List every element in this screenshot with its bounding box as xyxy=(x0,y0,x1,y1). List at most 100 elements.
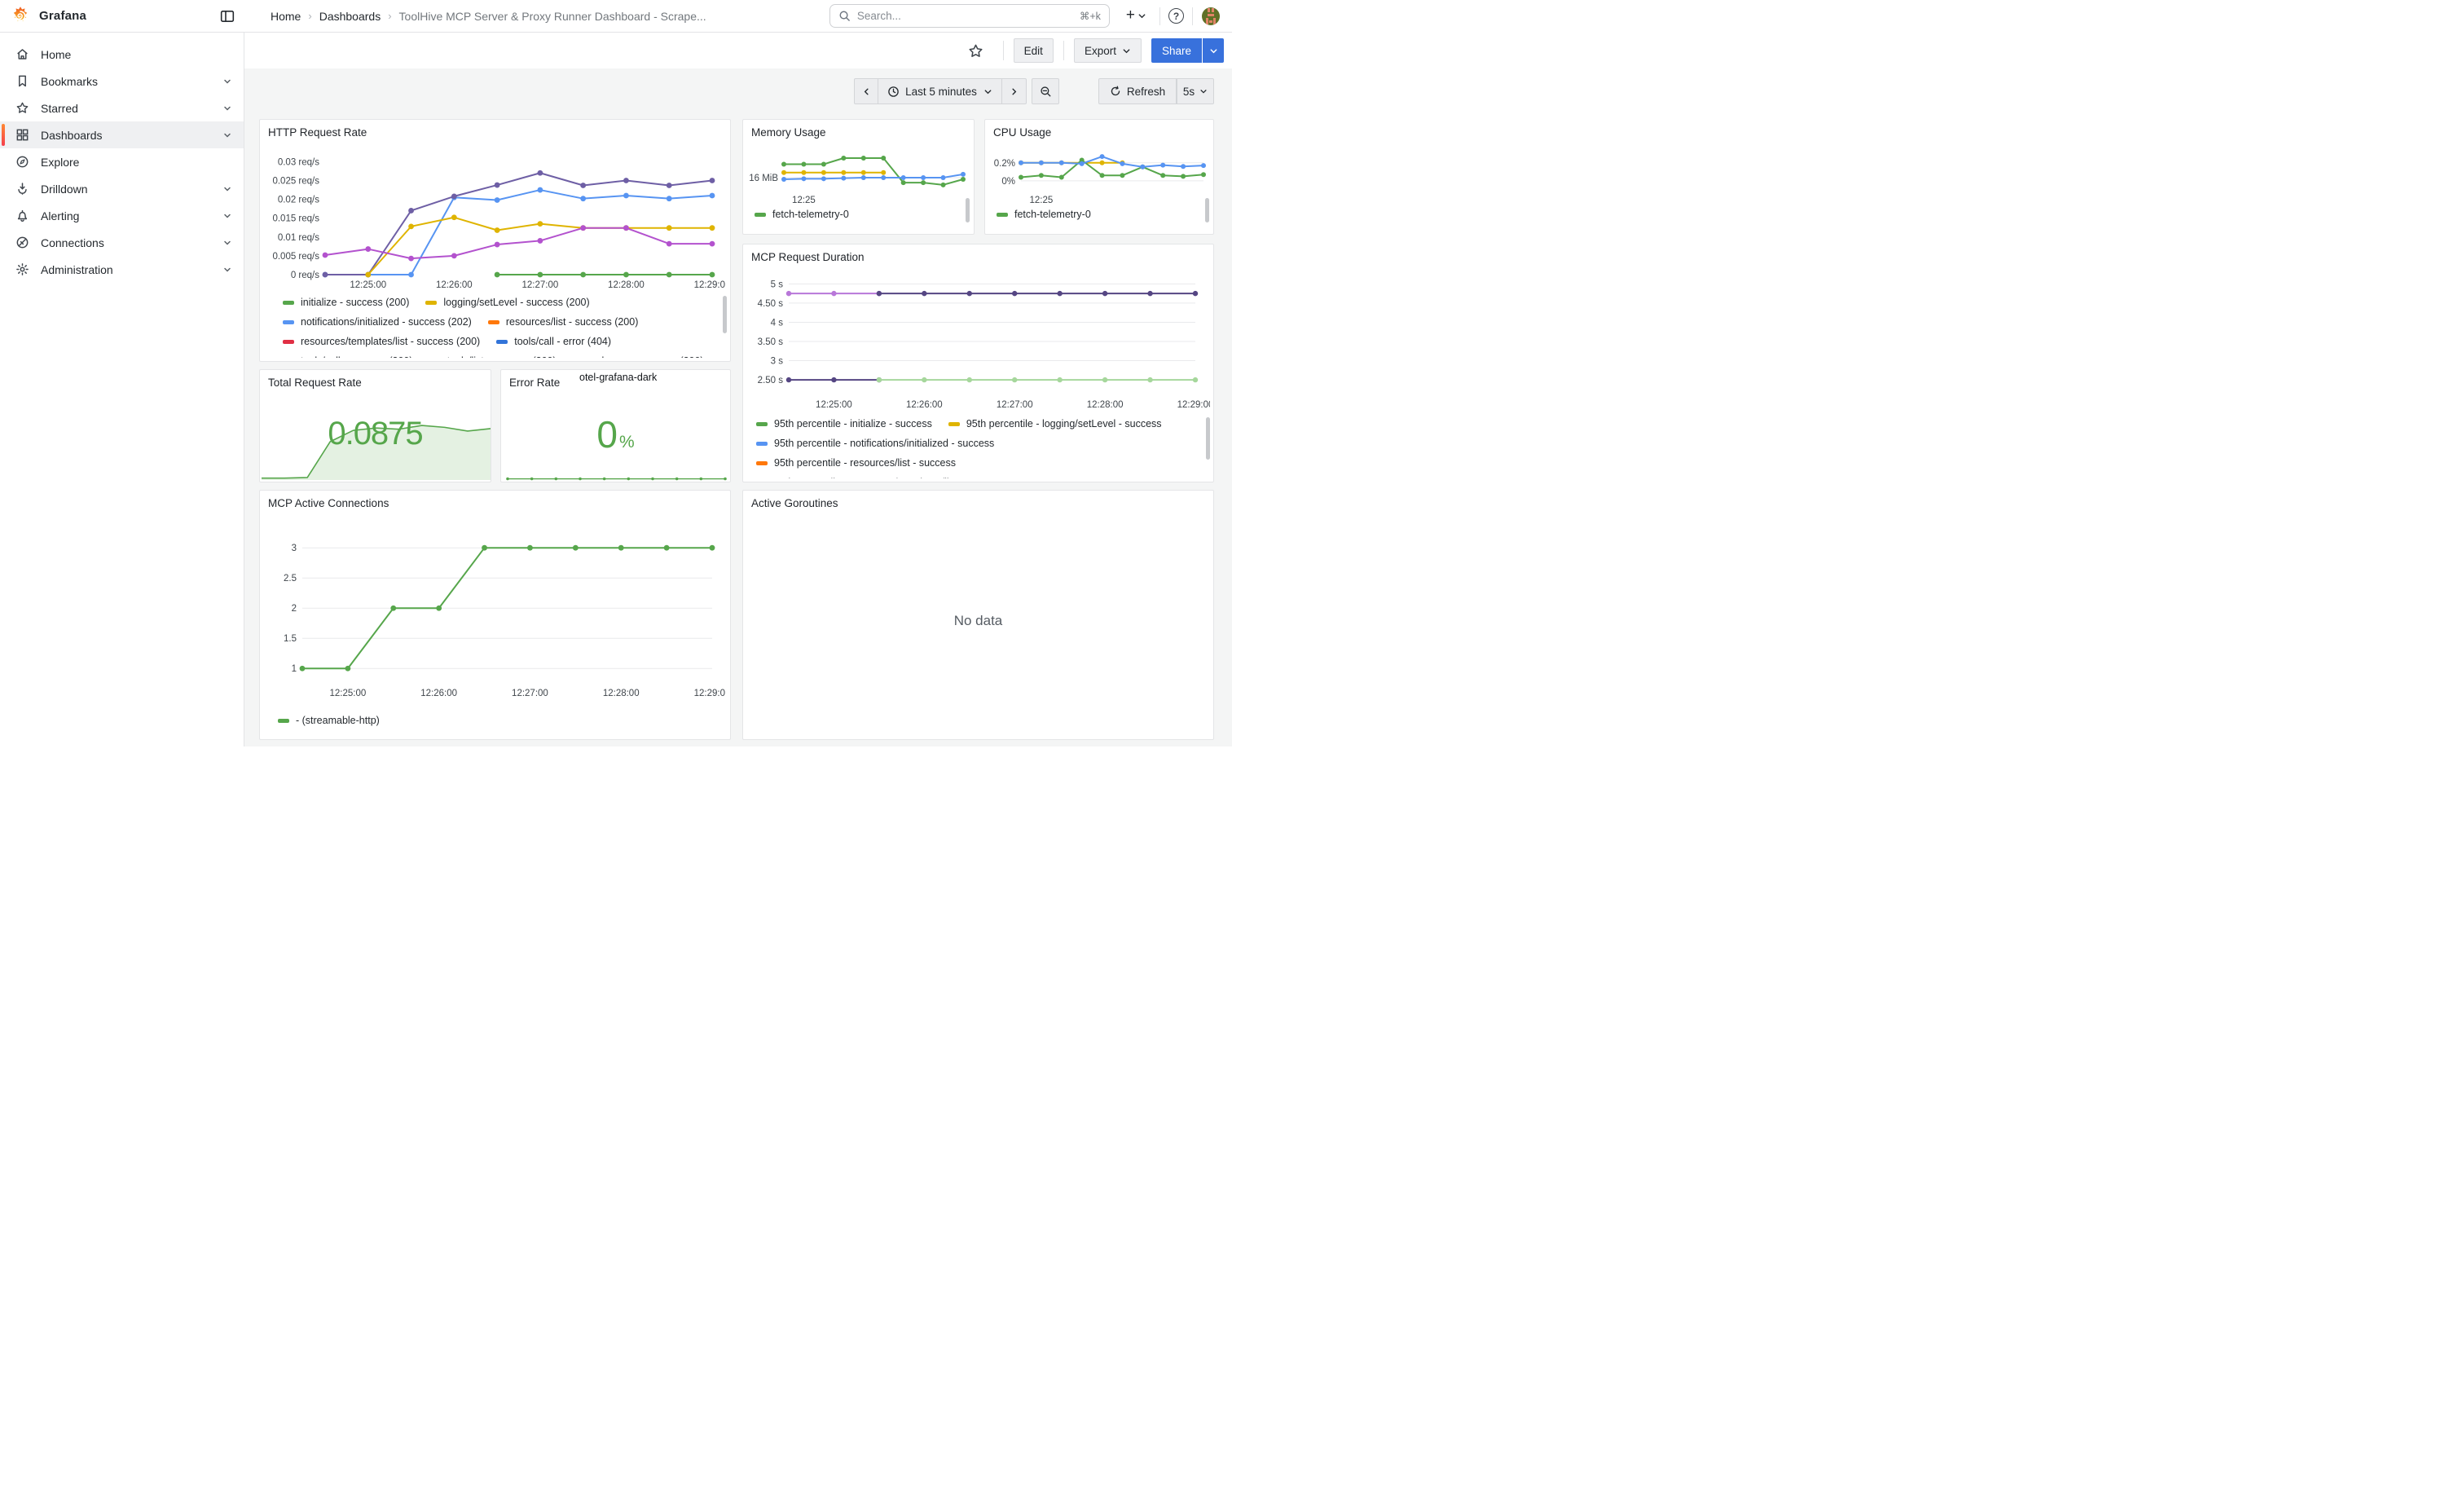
legend-item[interactable]: 95th percentile - notifications/initiali… xyxy=(756,437,994,451)
sidebar-item-starred[interactable]: Starred xyxy=(0,95,244,121)
svg-text:0.03 req/s: 0.03 req/s xyxy=(278,157,319,167)
legend-item[interactable]: fetch-telemetry-0 xyxy=(997,208,1091,222)
datasource-tooltip: otel-grafana-dark xyxy=(579,372,657,383)
legend-item[interactable]: - (streamable-http) xyxy=(278,714,380,728)
refresh-interval-picker[interactable]: 5s xyxy=(1177,78,1214,104)
svg-text:0.02 req/s: 0.02 req/s xyxy=(278,196,319,205)
legend-item[interactable]: 95th percentile - initialize - success xyxy=(756,417,932,431)
panel-http-request-rate: HTTP Request Rate 0 req/s0.005 req/s0.01… xyxy=(259,119,731,362)
chevron-down-icon[interactable] xyxy=(222,211,232,221)
panel-mcp-active-connections: MCP Active Connections 11.522.5312:25:00… xyxy=(259,490,731,740)
zoom-out-button[interactable] xyxy=(1032,78,1059,104)
legend-scrollbar[interactable] xyxy=(1205,198,1209,222)
svg-text:12:28:00: 12:28:00 xyxy=(1087,400,1124,410)
legend-item[interactable]: tools/list - success (200) xyxy=(429,355,557,358)
legend-item[interactable]: initialize - success (200) xyxy=(283,296,409,310)
legend-scrollbar[interactable] xyxy=(966,198,970,222)
chevron-left-icon xyxy=(862,87,871,96)
breadcrumb-home[interactable]: Home xyxy=(271,10,301,23)
search-box[interactable]: ⌘+k xyxy=(829,4,1110,28)
brand-name: Grafana xyxy=(39,9,86,23)
breadcrumb-dashboards[interactable]: Dashboards xyxy=(319,10,381,23)
svg-text:4.50 s: 4.50 s xyxy=(758,299,784,309)
zoom-out-icon xyxy=(1040,86,1052,98)
time-shift-back-button[interactable] xyxy=(854,78,878,104)
legend-item[interactable]: 95th percentile - resources/templates/li… xyxy=(756,476,1003,478)
add-button[interactable]: + xyxy=(1121,9,1151,23)
panel-title[interactable]: HTTP Request Rate xyxy=(260,120,730,139)
panel-title[interactable]: MCP Active Connections xyxy=(260,491,730,509)
memory-usage-chart[interactable]: 16 MiB 12:25 xyxy=(746,141,970,203)
share-caret-button[interactable] xyxy=(1203,38,1224,63)
panel-title[interactable]: Memory Usage xyxy=(743,120,974,139)
legend-scrollbar[interactable] xyxy=(723,296,727,333)
grafana-logo-icon[interactable] xyxy=(10,6,31,27)
panel-title[interactable]: MCP Request Duration xyxy=(743,244,1213,263)
chevron-down-icon[interactable] xyxy=(222,238,232,248)
svg-text:0.01 req/s: 0.01 req/s xyxy=(278,233,319,243)
sidebar-item-home[interactable]: Home xyxy=(0,41,244,68)
svg-text:16 MiB: 16 MiB xyxy=(749,174,778,183)
help-icon[interactable]: ? xyxy=(1168,8,1184,24)
legend-swatch xyxy=(755,213,766,217)
legend-item[interactable]: 95th percentile - resources/list - succe… xyxy=(756,456,956,470)
share-button[interactable]: Share xyxy=(1151,38,1202,63)
sidebar-item-explore[interactable]: Explore xyxy=(0,148,244,175)
svg-text:12:25: 12:25 xyxy=(792,196,816,203)
sidebar-item-bookmarks[interactable]: Bookmarks xyxy=(0,68,244,95)
sidebar-item-connections[interactable]: Connections xyxy=(0,229,244,256)
legend-scrollbar[interactable] xyxy=(1206,417,1210,460)
gear-icon xyxy=(15,262,29,276)
actions-divider xyxy=(1003,41,1004,60)
chevron-down-icon[interactable] xyxy=(222,184,232,194)
time-range-picker[interactable]: Last 5 minutes xyxy=(878,78,1002,104)
search-input[interactable] xyxy=(857,10,1080,22)
chevron-down-icon[interactable] xyxy=(222,103,232,113)
edit-button[interactable]: Edit xyxy=(1014,38,1054,63)
sidebar-toggle-icon[interactable] xyxy=(220,9,235,24)
sidebar-item-dashboards[interactable]: Dashboards xyxy=(0,121,244,148)
legend-item[interactable]: fetch-telemetry-0 xyxy=(755,208,849,222)
chevron-right-icon xyxy=(1010,87,1019,96)
chevron-down-icon[interactable] xyxy=(222,265,232,275)
legend-item[interactable]: resources/list - success (200) xyxy=(488,315,639,329)
cpu-usage-chart[interactable]: 0.2%0%12:25 xyxy=(988,141,1210,203)
legend-item[interactable]: unknown - success (200) xyxy=(573,355,704,358)
chevron-down-icon[interactable] xyxy=(222,77,232,86)
legend-row: - (streamable-http) xyxy=(278,714,719,728)
mcp-request-duration-chart[interactable]: 5 s4.50 s4 s3.50 s3 s2.50 s12:25:0012:26… xyxy=(748,269,1210,414)
error-rate-sparkline[interactable] xyxy=(506,470,727,480)
user-avatar[interactable] xyxy=(1201,7,1221,26)
chevron-down-icon[interactable] xyxy=(222,130,232,140)
export-button[interactable]: Export xyxy=(1074,38,1142,63)
panel-title[interactable]: Active Goroutines xyxy=(743,491,1213,509)
no-data-message: No data xyxy=(743,613,1213,629)
sidebar-item-drilldown[interactable]: Drilldown xyxy=(0,175,244,202)
favorite-star-icon[interactable] xyxy=(968,43,983,59)
time-shift-forward-button[interactable] xyxy=(1002,78,1027,104)
sidebar-item-alerting[interactable]: Alerting xyxy=(0,202,244,229)
http-request-rate-chart[interactable]: 0 req/s0.005 req/s0.01 req/s0.015 req/s0… xyxy=(265,148,725,294)
clock-icon xyxy=(887,86,900,98)
legend-label: tools/list - success (200) xyxy=(447,355,557,358)
legend-item[interactable]: tools/call - error (404) xyxy=(496,335,611,349)
legend-item[interactable]: 95th percentile - logging/setLevel - suc… xyxy=(948,417,1162,431)
refresh-group: Refresh 5s xyxy=(1098,78,1214,104)
legend-item[interactable]: resources/templates/list - success (200) xyxy=(283,335,480,349)
sidebar-item-administration[interactable]: Administration xyxy=(0,256,244,283)
panel-title[interactable]: CPU Usage xyxy=(985,120,1213,139)
legend-item[interactable]: tools/call - success (200) xyxy=(283,355,413,358)
svg-text:12:28:00: 12:28:00 xyxy=(608,280,645,290)
refresh-button[interactable]: Refresh xyxy=(1098,78,1177,104)
legend-label: resources/templates/list - success (200) xyxy=(301,335,480,349)
legend-item[interactable]: logging/setLevel - success (200) xyxy=(425,296,589,310)
legend-label: initialize - success (200) xyxy=(301,296,409,310)
legend-swatch xyxy=(283,320,294,324)
panel-title[interactable]: Total Request Rate xyxy=(260,370,491,389)
svg-text:3: 3 xyxy=(292,544,297,553)
legend-item[interactable]: notifications/initialized - success (202… xyxy=(283,315,472,329)
mcp-active-connections-chart[interactable]: 11.522.5312:25:0012:26:0012:27:0012:28:0… xyxy=(265,518,725,706)
svg-text:12:29:00: 12:29:00 xyxy=(694,280,725,290)
svg-text:12:25:00: 12:25:00 xyxy=(330,689,367,698)
svg-text:12:26:00: 12:26:00 xyxy=(420,689,457,698)
